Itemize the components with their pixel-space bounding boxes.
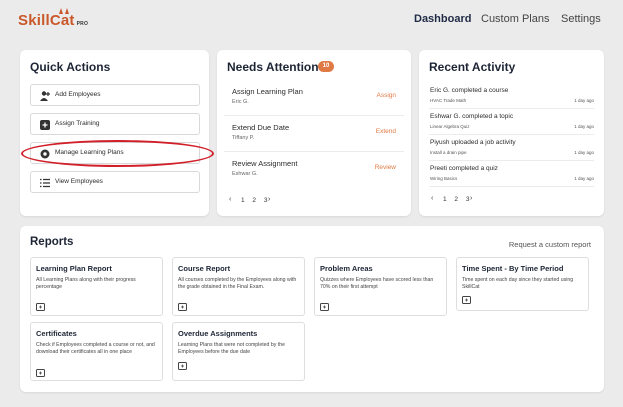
report-title: Course Report bbox=[178, 264, 231, 273]
reports-card: Reports Request a custom report Learning… bbox=[20, 226, 604, 392]
report-title: Overdue Assignments bbox=[178, 329, 258, 338]
activity-text: Eshwar G. completed a topic bbox=[430, 113, 514, 120]
activity-detail: HVAC Trade Math bbox=[430, 98, 467, 103]
activity-time: 1 day ago bbox=[574, 176, 594, 181]
settings-icon bbox=[40, 149, 50, 159]
activity-text: Eric G. completed a course bbox=[430, 87, 509, 94]
request-custom-report-link[interactable]: Request a custom report bbox=[509, 240, 591, 249]
needs-attention-count-badge: 10 bbox=[318, 61, 334, 72]
manage-learning-plans-button[interactable]: Manage Learning Plans bbox=[30, 142, 200, 164]
report-description: Time spent on each day since they starte… bbox=[462, 277, 574, 290]
report-description: All Learning Plans along with their prog… bbox=[36, 277, 136, 290]
next-page-icon[interactable]: › bbox=[470, 195, 472, 202]
list-icon bbox=[40, 178, 50, 188]
recent-activity-title: Recent Activity bbox=[429, 60, 516, 74]
add-employees-label: Add Employees bbox=[55, 91, 101, 98]
activity-item[interactable]: Piyush uploaded a job activity Install a… bbox=[429, 137, 594, 161]
nav-dashboard[interactable]: Dashboard bbox=[414, 13, 471, 25]
activity-time: 1 day ago bbox=[574, 98, 594, 103]
report-title: Learning Plan Report bbox=[36, 264, 112, 273]
folder-icon[interactable] bbox=[320, 303, 329, 311]
nav-settings[interactable]: Settings bbox=[561, 13, 601, 25]
view-employees-button[interactable]: View Employees bbox=[30, 171, 200, 193]
brand-tier: PRO bbox=[76, 21, 89, 27]
top-bar: SkillCat PRO Dashboard Custom Plans Setti… bbox=[0, 0, 623, 44]
quick-actions-card: Quick Actions Add Employees Assign Train… bbox=[20, 50, 209, 216]
report-description: All courses completed by the Employees a… bbox=[178, 277, 297, 290]
attention-item-person: Eric G. bbox=[232, 99, 249, 105]
report-title: Time Spent - By Time Period bbox=[462, 264, 564, 273]
plus-square-icon bbox=[40, 120, 50, 130]
folder-icon[interactable] bbox=[462, 296, 471, 304]
report-card-course[interactable]: Course Report All courses completed by t… bbox=[172, 257, 305, 316]
report-card-overdue-assignments[interactable]: Overdue Assignments Learning Plans that … bbox=[172, 322, 305, 381]
report-card-learning-plan[interactable]: Learning Plan Report All Learning Plans … bbox=[30, 257, 163, 316]
nav-custom-plans[interactable]: Custom Plans bbox=[481, 13, 549, 25]
manage-learning-plans-label: Manage Learning Plans bbox=[55, 149, 124, 156]
attention-item[interactable]: Extend Due Date Tiffany P. Extend bbox=[224, 120, 404, 152]
activity-text: Piyush uploaded a job activity bbox=[430, 139, 516, 146]
needs-attention-card: Needs Attention 10 Assign Learning Plan … bbox=[217, 50, 411, 216]
view-employees-label: View Employees bbox=[55, 178, 103, 185]
attention-item-title: Extend Due Date bbox=[232, 123, 290, 132]
skillcat-logo[interactable]: SkillCat PRO bbox=[18, 8, 89, 29]
attention-item-title: Review Assignment bbox=[232, 159, 298, 168]
review-action-link[interactable]: Review bbox=[375, 164, 396, 171]
cat-ears-icon bbox=[59, 8, 69, 14]
activity-text: Preeti completed a quiz bbox=[430, 165, 498, 172]
activity-item[interactable]: Eric G. completed a course HVAC Trade Ma… bbox=[429, 85, 594, 109]
activity-pager[interactable]: 1 2 3 bbox=[443, 196, 472, 203]
activity-item[interactable]: Preeti completed a quiz Wiring Basics 1 … bbox=[429, 163, 594, 187]
attention-item[interactable]: Assign Learning Plan Eric G. Assign bbox=[224, 84, 404, 116]
prev-page-icon[interactable]: ‹ bbox=[431, 195, 433, 202]
activity-detail: Linear Algebra Quiz bbox=[430, 124, 470, 129]
assign-action-link[interactable]: Assign bbox=[376, 92, 396, 99]
assign-training-label: Assign Training bbox=[55, 120, 100, 127]
brand-name: SkillCat bbox=[18, 12, 75, 29]
activity-time: 1 day ago bbox=[574, 124, 594, 129]
activity-time: 1 day ago bbox=[574, 150, 594, 155]
needs-attention-title: Needs Attention bbox=[227, 60, 319, 74]
recent-activity-card: Recent Activity Eric G. completed a cour… bbox=[419, 50, 604, 216]
folder-icon[interactable] bbox=[178, 362, 187, 370]
report-card-problem-areas[interactable]: Problem Areas Quizzes where Employees ha… bbox=[314, 257, 447, 316]
folder-icon[interactable] bbox=[36, 369, 45, 377]
report-card-certificates[interactable]: Certificates Check if Employees complete… bbox=[30, 322, 163, 381]
quick-actions-title: Quick Actions bbox=[30, 60, 111, 74]
report-description: Quizzes where Employees have scored less… bbox=[320, 277, 434, 290]
attention-item[interactable]: Review Assignment Eshwar G. Review bbox=[224, 156, 404, 188]
report-card-time-spent[interactable]: Time Spent - By Time Period Time spent o… bbox=[456, 257, 589, 311]
add-employees-button[interactable]: Add Employees bbox=[30, 84, 200, 106]
next-page-icon[interactable]: › bbox=[268, 196, 270, 203]
folder-icon[interactable] bbox=[36, 303, 45, 311]
attention-pager[interactable]: 1 2 3 bbox=[241, 197, 270, 204]
prev-page-icon[interactable]: ‹ bbox=[229, 196, 231, 203]
attention-item-person: Tiffany P. bbox=[232, 135, 255, 141]
report-title: Problem Areas bbox=[320, 264, 373, 273]
report-description: Learning Plans that were not completed b… bbox=[178, 342, 285, 355]
activity-detail: Install a drain pipe bbox=[430, 150, 467, 155]
report-description: Check if Employees completed a course or… bbox=[36, 342, 155, 355]
folder-icon[interactable] bbox=[178, 303, 187, 311]
activity-item[interactable]: Eshwar G. completed a topic Linear Algeb… bbox=[429, 111, 594, 135]
report-title: Certificates bbox=[36, 329, 77, 338]
activity-detail: Wiring Basics bbox=[430, 176, 458, 181]
attention-item-person: Eshwar G. bbox=[232, 171, 258, 177]
add-user-icon bbox=[40, 91, 50, 101]
extend-action-link[interactable]: Extend bbox=[376, 128, 396, 135]
attention-item-title: Assign Learning Plan bbox=[232, 87, 303, 96]
reports-title: Reports bbox=[30, 236, 74, 248]
assign-training-button[interactable]: Assign Training bbox=[30, 113, 200, 135]
